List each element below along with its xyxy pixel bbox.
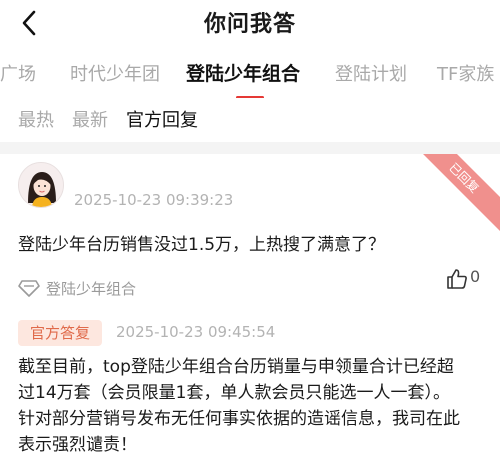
- official-reply-badge: 官方答复: [18, 320, 102, 346]
- thumbs-up-icon[interactable]: [446, 268, 468, 290]
- tab-tf-family[interactable]: TF家族: [437, 60, 494, 86]
- answer-line: 截至目前，top登陆少年组合台历销量与申领量合计已经超: [18, 357, 454, 377]
- question-text: 登陆少年台历销售没过1.5万，上热搜了满意了？: [18, 235, 386, 255]
- like-count: 0: [470, 267, 481, 286]
- qa-card[interactable]: 已回复 2025-10-23 09:39:23 登陆少年台历销售没过1.5万，上…: [0, 154, 500, 454]
- answer-text: 截至目前，top登陆少年组合台历销量与申领量合计已经超 过14万套（会员限量1套…: [18, 354, 484, 454]
- question-timestamp: 2025-10-23 09:39:23: [74, 191, 234, 209]
- diamond-tag-icon: [18, 280, 40, 297]
- answer-line: 表示强烈谴责！: [18, 435, 137, 454]
- tab-denglu-boys[interactable]: 登陆少年组合: [186, 59, 300, 86]
- subtab-official-reply[interactable]: 官方回复: [126, 106, 198, 132]
- active-tab-indicator: [236, 96, 264, 98]
- section-divider: [0, 142, 500, 154]
- replied-ribbon: 已回复: [406, 154, 500, 236]
- answer-line: 针对部分营销号发布无任何事实依据的造谣信息，我司在此: [18, 409, 460, 429]
- page-title: 你问我答: [203, 12, 296, 37]
- category-tabs: 广场 时代少年团 登陆少年组合 登陆计划 TF家族: [0, 54, 500, 98]
- tab-tnt[interactable]: 时代少年团: [70, 60, 160, 86]
- subtab-hottest[interactable]: 最热: [18, 106, 54, 132]
- tab-plaza[interactable]: 广场: [0, 60, 36, 86]
- tab-denglu-plan[interactable]: 登陆计划: [335, 60, 407, 86]
- answer-timestamp: 2025-10-23 09:45:54: [116, 323, 276, 341]
- answer-line: 过14万套（会员限量1套，单人款会员只能选一人一套）。: [18, 383, 450, 403]
- top-nav-bar: 你问我答: [0, 0, 500, 46]
- avatar[interactable]: [18, 162, 64, 208]
- user-avatar-icon: [19, 163, 63, 207]
- topic-tag-label: 登陆少年组合: [46, 280, 137, 298]
- subtab-newest[interactable]: 最新: [72, 106, 108, 132]
- sort-tabs: 最热 最新 官方回复: [0, 100, 500, 140]
